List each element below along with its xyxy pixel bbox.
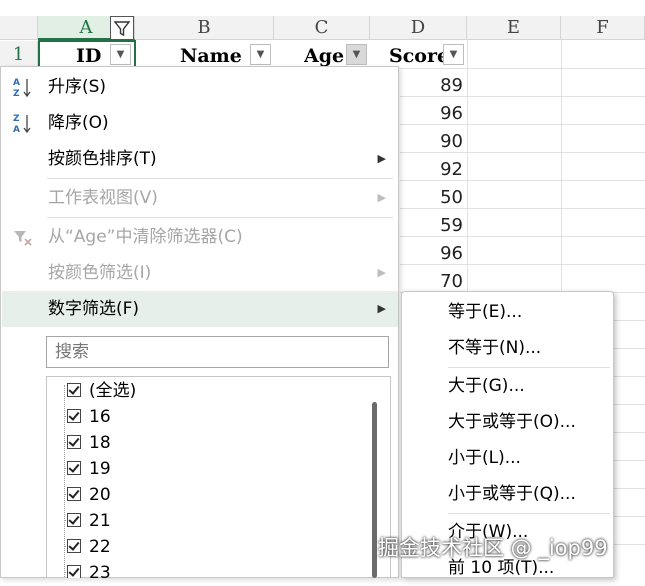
- filter-dropdown-button-age[interactable]: ▼: [346, 44, 367, 65]
- checkbox-checked-icon: [67, 409, 81, 423]
- list-scrollbar[interactable]: [372, 402, 377, 578]
- grid-line: [614, 348, 645, 349]
- menu-separator: [47, 217, 393, 218]
- submenu-item-less-or-equal[interactable]: 小于或等于(Q)...: [448, 476, 576, 512]
- checkbox-label: 20: [89, 485, 111, 505]
- submenu-item-equals[interactable]: 等于(E)...: [448, 294, 522, 330]
- checkbox-checked-icon: [67, 461, 81, 475]
- header-cell-age[interactable]: Age: [304, 41, 344, 68]
- search-input[interactable]: 搜索: [46, 336, 389, 368]
- sort-ascending-label: 升序(S): [48, 77, 107, 97]
- score-cell[interactable]: 92: [395, 156, 463, 184]
- sort-by-color-label: 按颜色排序(T): [48, 149, 157, 169]
- svg-text:Z: Z: [13, 114, 20, 124]
- sort-descending-label: 降序(O): [48, 113, 109, 133]
- checkbox-label: 21: [89, 511, 111, 531]
- clear-filter-icon: [12, 226, 34, 248]
- menu-item-filter-by-color: 按颜色筛选(I) ▶: [2, 255, 398, 291]
- grid-line: [614, 404, 645, 405]
- column-header-d[interactable]: D: [370, 16, 467, 40]
- filter-values-list: (全选) 16 18 19 20 21 22 23: [46, 376, 391, 578]
- svg-text:A: A: [13, 78, 20, 88]
- checkbox-label: 18: [89, 433, 111, 453]
- chevron-right-icon: ▶: [377, 191, 386, 204]
- filter-dropdown-button-id[interactable]: ▼: [110, 44, 131, 65]
- select-all-corner[interactable]: [0, 16, 38, 40]
- submenu-item-greater-than[interactable]: 大于(G)...: [448, 368, 525, 404]
- score-cell[interactable]: 59: [395, 212, 463, 240]
- grid-line: [614, 544, 645, 545]
- row-header-1[interactable]: 1: [0, 41, 38, 68]
- chevron-right-icon: ▶: [377, 152, 386, 165]
- submenu-item-greater-or-equal[interactable]: 大于或等于(O)...: [448, 404, 576, 440]
- menu-item-sort-by-color[interactable]: 按颜色排序(T) ▶: [2, 141, 398, 177]
- menu-item-number-filters[interactable]: 数字筛选(F) ▶: [2, 291, 398, 327]
- header-cell-id[interactable]: ID: [76, 41, 101, 68]
- header-cell-name[interactable]: Name: [180, 41, 242, 68]
- checkbox-checked-icon: [67, 565, 81, 578]
- checkbox-checked-icon: [67, 539, 81, 553]
- menu-item-clear-filter: 从“Age”中清除筛选器(C): [2, 219, 398, 255]
- svg-text:Z: Z: [13, 89, 20, 99]
- sort-descending-icon: ZA: [12, 112, 34, 135]
- menu-separator: [47, 178, 393, 179]
- checkbox-label: 23: [89, 563, 111, 578]
- column-header-c[interactable]: C: [274, 16, 370, 40]
- score-cell[interactable]: 90: [395, 128, 463, 156]
- sort-ascending-icon: AZ: [12, 76, 34, 99]
- filter-dropdown-button-score[interactable]: ▼: [443, 44, 464, 65]
- column-header-f[interactable]: F: [561, 16, 645, 40]
- svg-text:A: A: [13, 125, 20, 135]
- checkbox-label: (全选): [89, 381, 137, 401]
- grid-line: [614, 516, 645, 517]
- grid-line: [614, 488, 645, 489]
- chevron-right-icon: ▶: [377, 302, 386, 315]
- sheet-view-label: 工作表视图(V): [48, 188, 158, 208]
- header-cell-score[interactable]: Score: [389, 41, 447, 68]
- score-cell[interactable]: 50: [395, 184, 463, 212]
- submenu-item-not-equals[interactable]: 不等于(N)...: [448, 330, 541, 366]
- number-filters-label: 数字筛选(F): [48, 299, 140, 319]
- checkbox-checked-icon: [67, 435, 81, 449]
- score-cell[interactable]: 96: [395, 240, 463, 268]
- checkbox-checked-icon: [67, 487, 81, 501]
- grid-line: [614, 376, 645, 377]
- tree-connector: [64, 385, 65, 578]
- clear-filter-label: 从“Age”中清除筛选器(C): [48, 227, 243, 247]
- score-cell[interactable]: 89: [395, 72, 463, 100]
- checkbox-label: 19: [89, 459, 111, 479]
- menu-item-sheet-view: 工作表视图(V) ▶: [2, 180, 398, 216]
- checkbox-label: 22: [89, 537, 111, 557]
- checkbox-label: 16: [89, 407, 111, 427]
- checkbox-checked-icon: [67, 513, 81, 527]
- grid-line: [614, 460, 645, 461]
- filter-funnel-icon[interactable]: [110, 16, 134, 40]
- column-header-b[interactable]: B: [135, 16, 274, 40]
- score-cell[interactable]: 96: [395, 100, 463, 128]
- submenu-item-less-than[interactable]: 小于(L)...: [448, 440, 521, 476]
- grid-line: [614, 432, 645, 433]
- chevron-right-icon: ▶: [377, 266, 386, 279]
- menu-item-sort-ascending[interactable]: AZ 升序(S): [2, 69, 398, 105]
- filter-dropdown-button-name[interactable]: ▼: [250, 44, 271, 65]
- filter-by-color-label: 按颜色筛选(I): [48, 263, 152, 283]
- watermark-text: 掘金技术社区 @ _iop99: [378, 536, 608, 560]
- checkbox-checked-icon: [67, 383, 81, 397]
- grid-line: [614, 320, 645, 321]
- menu-item-sort-descending[interactable]: ZA 降序(O): [2, 105, 398, 141]
- column-header-e[interactable]: E: [467, 16, 561, 40]
